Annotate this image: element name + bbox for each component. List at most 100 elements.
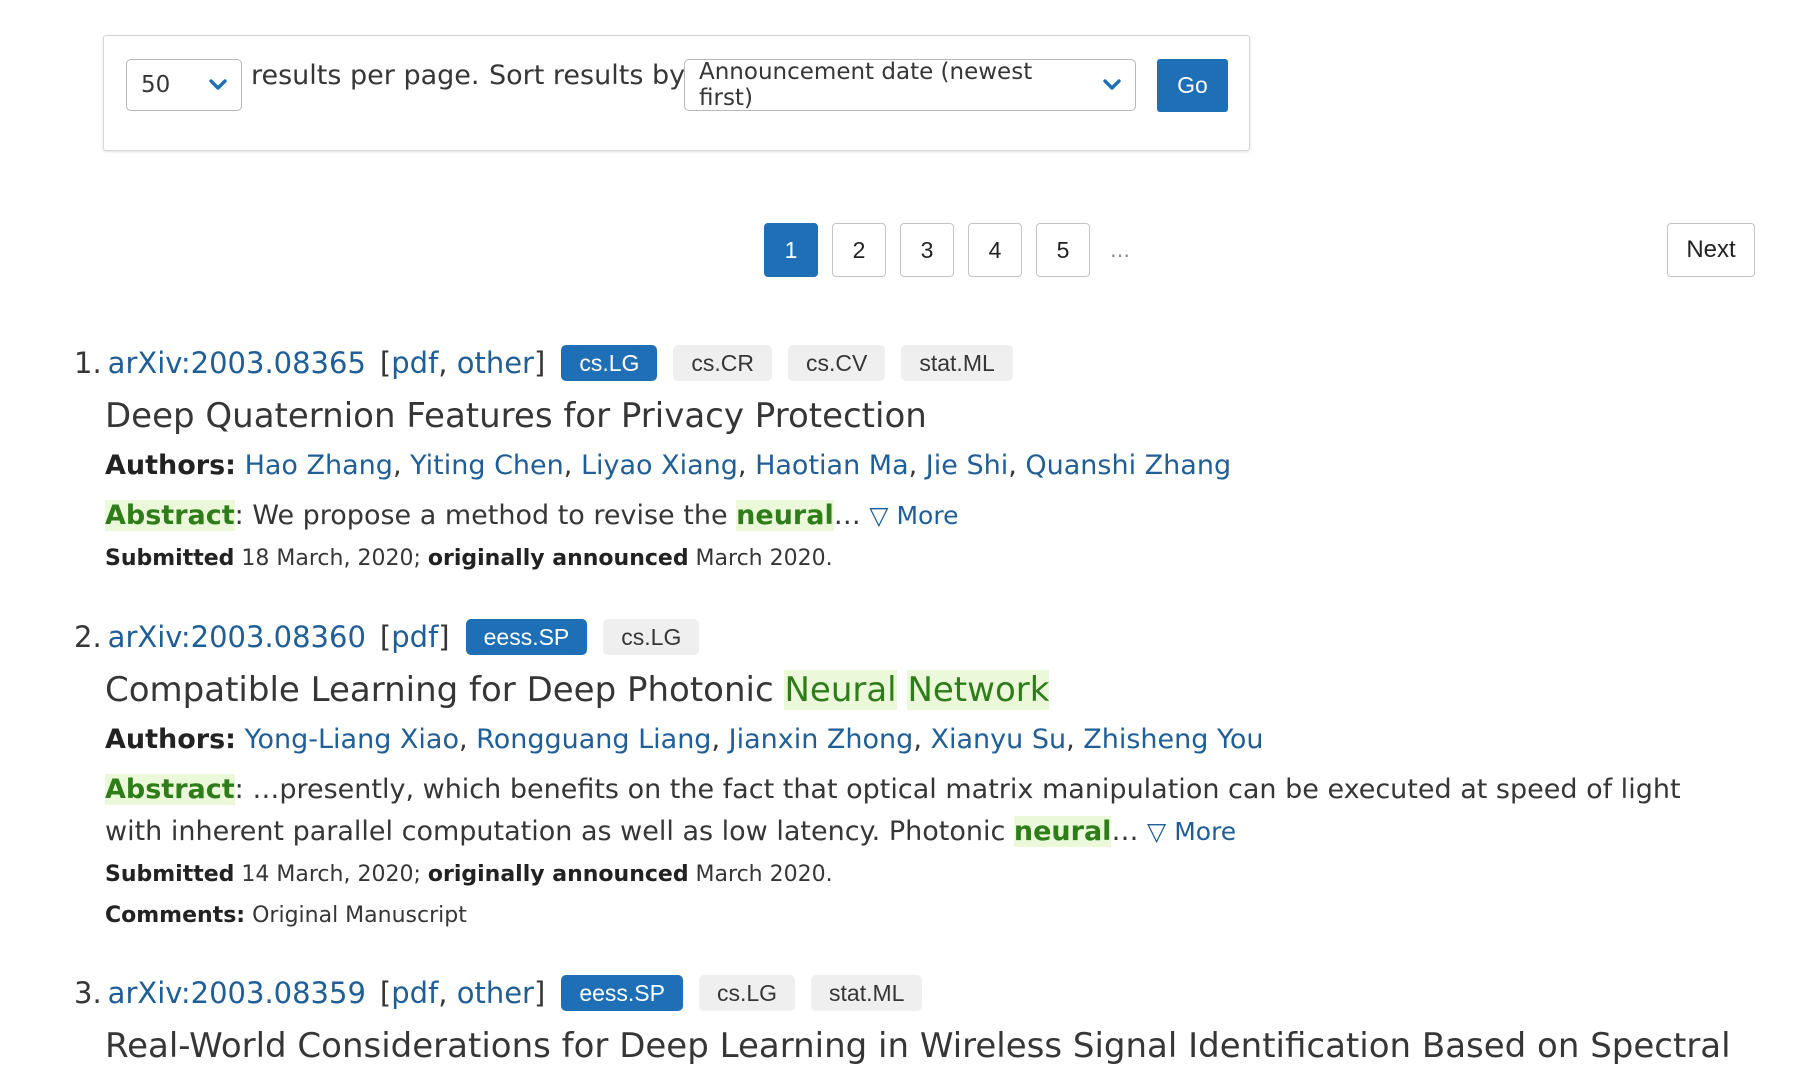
other-formats-link[interactable]: other — [457, 976, 534, 1010]
submitted-date: 18 March, 2020; — [234, 546, 428, 571]
author-separator: , — [563, 450, 581, 481]
author-link[interactable]: Yong-Liang Xiao — [245, 724, 459, 755]
highlighted-term: Network — [907, 670, 1050, 710]
author-link[interactable]: Haotian Ma — [755, 450, 909, 481]
author-separator: , — [913, 724, 931, 755]
bracket-open: [ — [379, 346, 392, 380]
sort-order-value: Announcement date (newest first) — [699, 59, 1033, 111]
result-header: 1. arXiv:2003.08365 [pdf, other] cs.LG c… — [74, 343, 1013, 383]
next-page-button[interactable]: Next — [1667, 223, 1755, 277]
author-separator: , — [1066, 724, 1084, 755]
bracket-close: ] — [533, 976, 546, 1010]
abstract-text: : We propose a method to revise the — [234, 500, 737, 531]
announced-label: originally announced — [427, 546, 689, 571]
page-link-4[interactable]: 4 — [968, 223, 1022, 277]
result-number: 2. — [74, 620, 102, 654]
other-formats-link[interactable]: other — [457, 346, 534, 380]
paper-title: Deep Quaternion Features for Privacy Pro… — [105, 396, 927, 436]
arxiv-id-link[interactable]: arXiv:2003.08365 — [108, 346, 366, 380]
author-link[interactable]: Rongguang Liang — [476, 724, 711, 755]
sort-by-label: Sort results by — [489, 60, 686, 91]
submitted-label: Submitted — [105, 862, 235, 887]
authors-label: Authors: — [105, 724, 236, 755]
paper-title-text: Compatible Learning for Deep Photonic — [105, 670, 785, 710]
abstract-label: Abstract — [105, 500, 235, 531]
arxiv-id-link[interactable]: arXiv:2003.08360 — [108, 620, 366, 654]
format-links: [pdf, other] — [380, 976, 545, 1010]
abstract-snippet: Abstract: …presently, which benefits on … — [105, 769, 1745, 853]
page-link-3[interactable]: 3 — [900, 223, 954, 277]
author-separator: , — [1008, 450, 1026, 481]
submitted-label: Submitted — [105, 546, 235, 571]
pdf-link[interactable]: pdf — [391, 346, 438, 380]
category-tag: cs.LG — [603, 619, 700, 655]
comma-separator: , — [438, 346, 457, 380]
announced-date: March 2020. — [688, 862, 833, 887]
authors-line: Authors: Hao Zhang, Yiting Chen, Liyao X… — [105, 450, 1231, 481]
category-tag: cs.LG — [698, 975, 796, 1011]
authors-label: Authors: — [105, 450, 236, 481]
comma-separator: , — [438, 976, 457, 1010]
author-link[interactable]: Jie Shi — [926, 450, 1008, 481]
primary-category-tag: eess.SP — [561, 975, 683, 1011]
format-links: [pdf] — [380, 620, 450, 654]
author-link[interactable]: Zhisheng You — [1083, 724, 1263, 755]
highlighted-term: neural — [736, 500, 834, 531]
result-header: 3. arXiv:2003.08359 [pdf, other] eess.SP… — [74, 973, 923, 1013]
author-link[interactable]: Jianxin Zhong — [729, 724, 914, 755]
paper-title: Real-World Considerations for Deep Learn… — [105, 1026, 1731, 1066]
results-per-page-select[interactable]: 50 — [126, 59, 242, 111]
category-tag: stat.ML — [811, 975, 923, 1011]
page-link-1[interactable]: 1 — [764, 223, 818, 277]
announced-label: originally announced — [427, 862, 689, 887]
results-per-page-label: results per page. — [251, 60, 480, 91]
pdf-link[interactable]: pdf — [391, 976, 438, 1010]
author-link[interactable]: Quanshi Zhang — [1025, 450, 1231, 481]
comments-label: Comments: — [105, 903, 246, 928]
author-link[interactable]: Hao Zhang — [245, 450, 393, 481]
highlighted-term: neural — [1013, 816, 1112, 847]
author-link[interactable]: Liyao Xiang — [581, 450, 738, 481]
author-separator: , — [458, 724, 477, 755]
comments-text: Original Manuscript — [245, 903, 467, 928]
go-button[interactable]: Go — [1157, 59, 1228, 112]
abstract-text: : …presently, which benefits on the fact… — [105, 774, 1681, 847]
paper-title: Compatible Learning for Deep Photonic Ne… — [105, 670, 1050, 710]
comments-info: Comments: Original Manuscript — [105, 903, 467, 928]
primary-category-tag: eess.SP — [465, 619, 588, 655]
category-tag: cs.CV — [788, 345, 886, 381]
pagination-ellipsis: … — [1110, 238, 1132, 262]
category-tag: cs.CR — [673, 345, 773, 381]
chevron-down-icon — [1089, 79, 1135, 91]
authors-line: Authors: Yong-Liang Xiao, Rongguang Lian… — [105, 724, 1264, 755]
highlighted-term: Neural — [784, 670, 897, 710]
bracket-open: [ — [379, 620, 392, 654]
sort-order-select[interactable]: Announcement date (newest first) — [684, 59, 1136, 111]
author-link[interactable]: Yiting Chen — [410, 450, 564, 481]
author-link[interactable]: Xianyu Su — [930, 724, 1066, 755]
chevron-down-icon — [195, 79, 241, 91]
page-link-5[interactable]: 5 — [1036, 223, 1090, 277]
bracket-open: [ — [379, 976, 392, 1010]
submitted-date: 14 March, 2020; — [234, 862, 428, 887]
bracket-close: ] — [533, 346, 546, 380]
submission-info: Submitted 14 March, 2020; originally ann… — [105, 862, 833, 887]
result-header: 2. arXiv:2003.08360 [pdf] eess.SP cs.LG — [74, 617, 700, 657]
abstract-label: Abstract — [105, 774, 235, 805]
author-separator: , — [711, 724, 729, 755]
primary-category-tag: cs.LG — [561, 345, 658, 381]
abstract-ellipsis: … — [833, 500, 870, 531]
more-link[interactable]: ▽ More — [869, 501, 958, 530]
announced-date: March 2020. — [688, 546, 833, 571]
result-number: 1. — [74, 346, 102, 380]
page-link-2[interactable]: 2 — [832, 223, 886, 277]
author-separator: , — [737, 450, 756, 481]
results-per-page-value: 50 — [141, 72, 171, 98]
abstract-snippet: Abstract: We propose a method to revise … — [105, 495, 1745, 537]
more-link[interactable]: ▽ More — [1147, 817, 1236, 846]
pdf-link[interactable]: pdf — [391, 620, 438, 654]
search-options-box: 50 results per page. Sort results by Ann… — [103, 35, 1250, 151]
abstract-ellipsis: … — [1111, 816, 1148, 847]
arxiv-id-link[interactable]: arXiv:2003.08359 — [108, 976, 366, 1010]
bracket-close: ] — [438, 620, 450, 654]
